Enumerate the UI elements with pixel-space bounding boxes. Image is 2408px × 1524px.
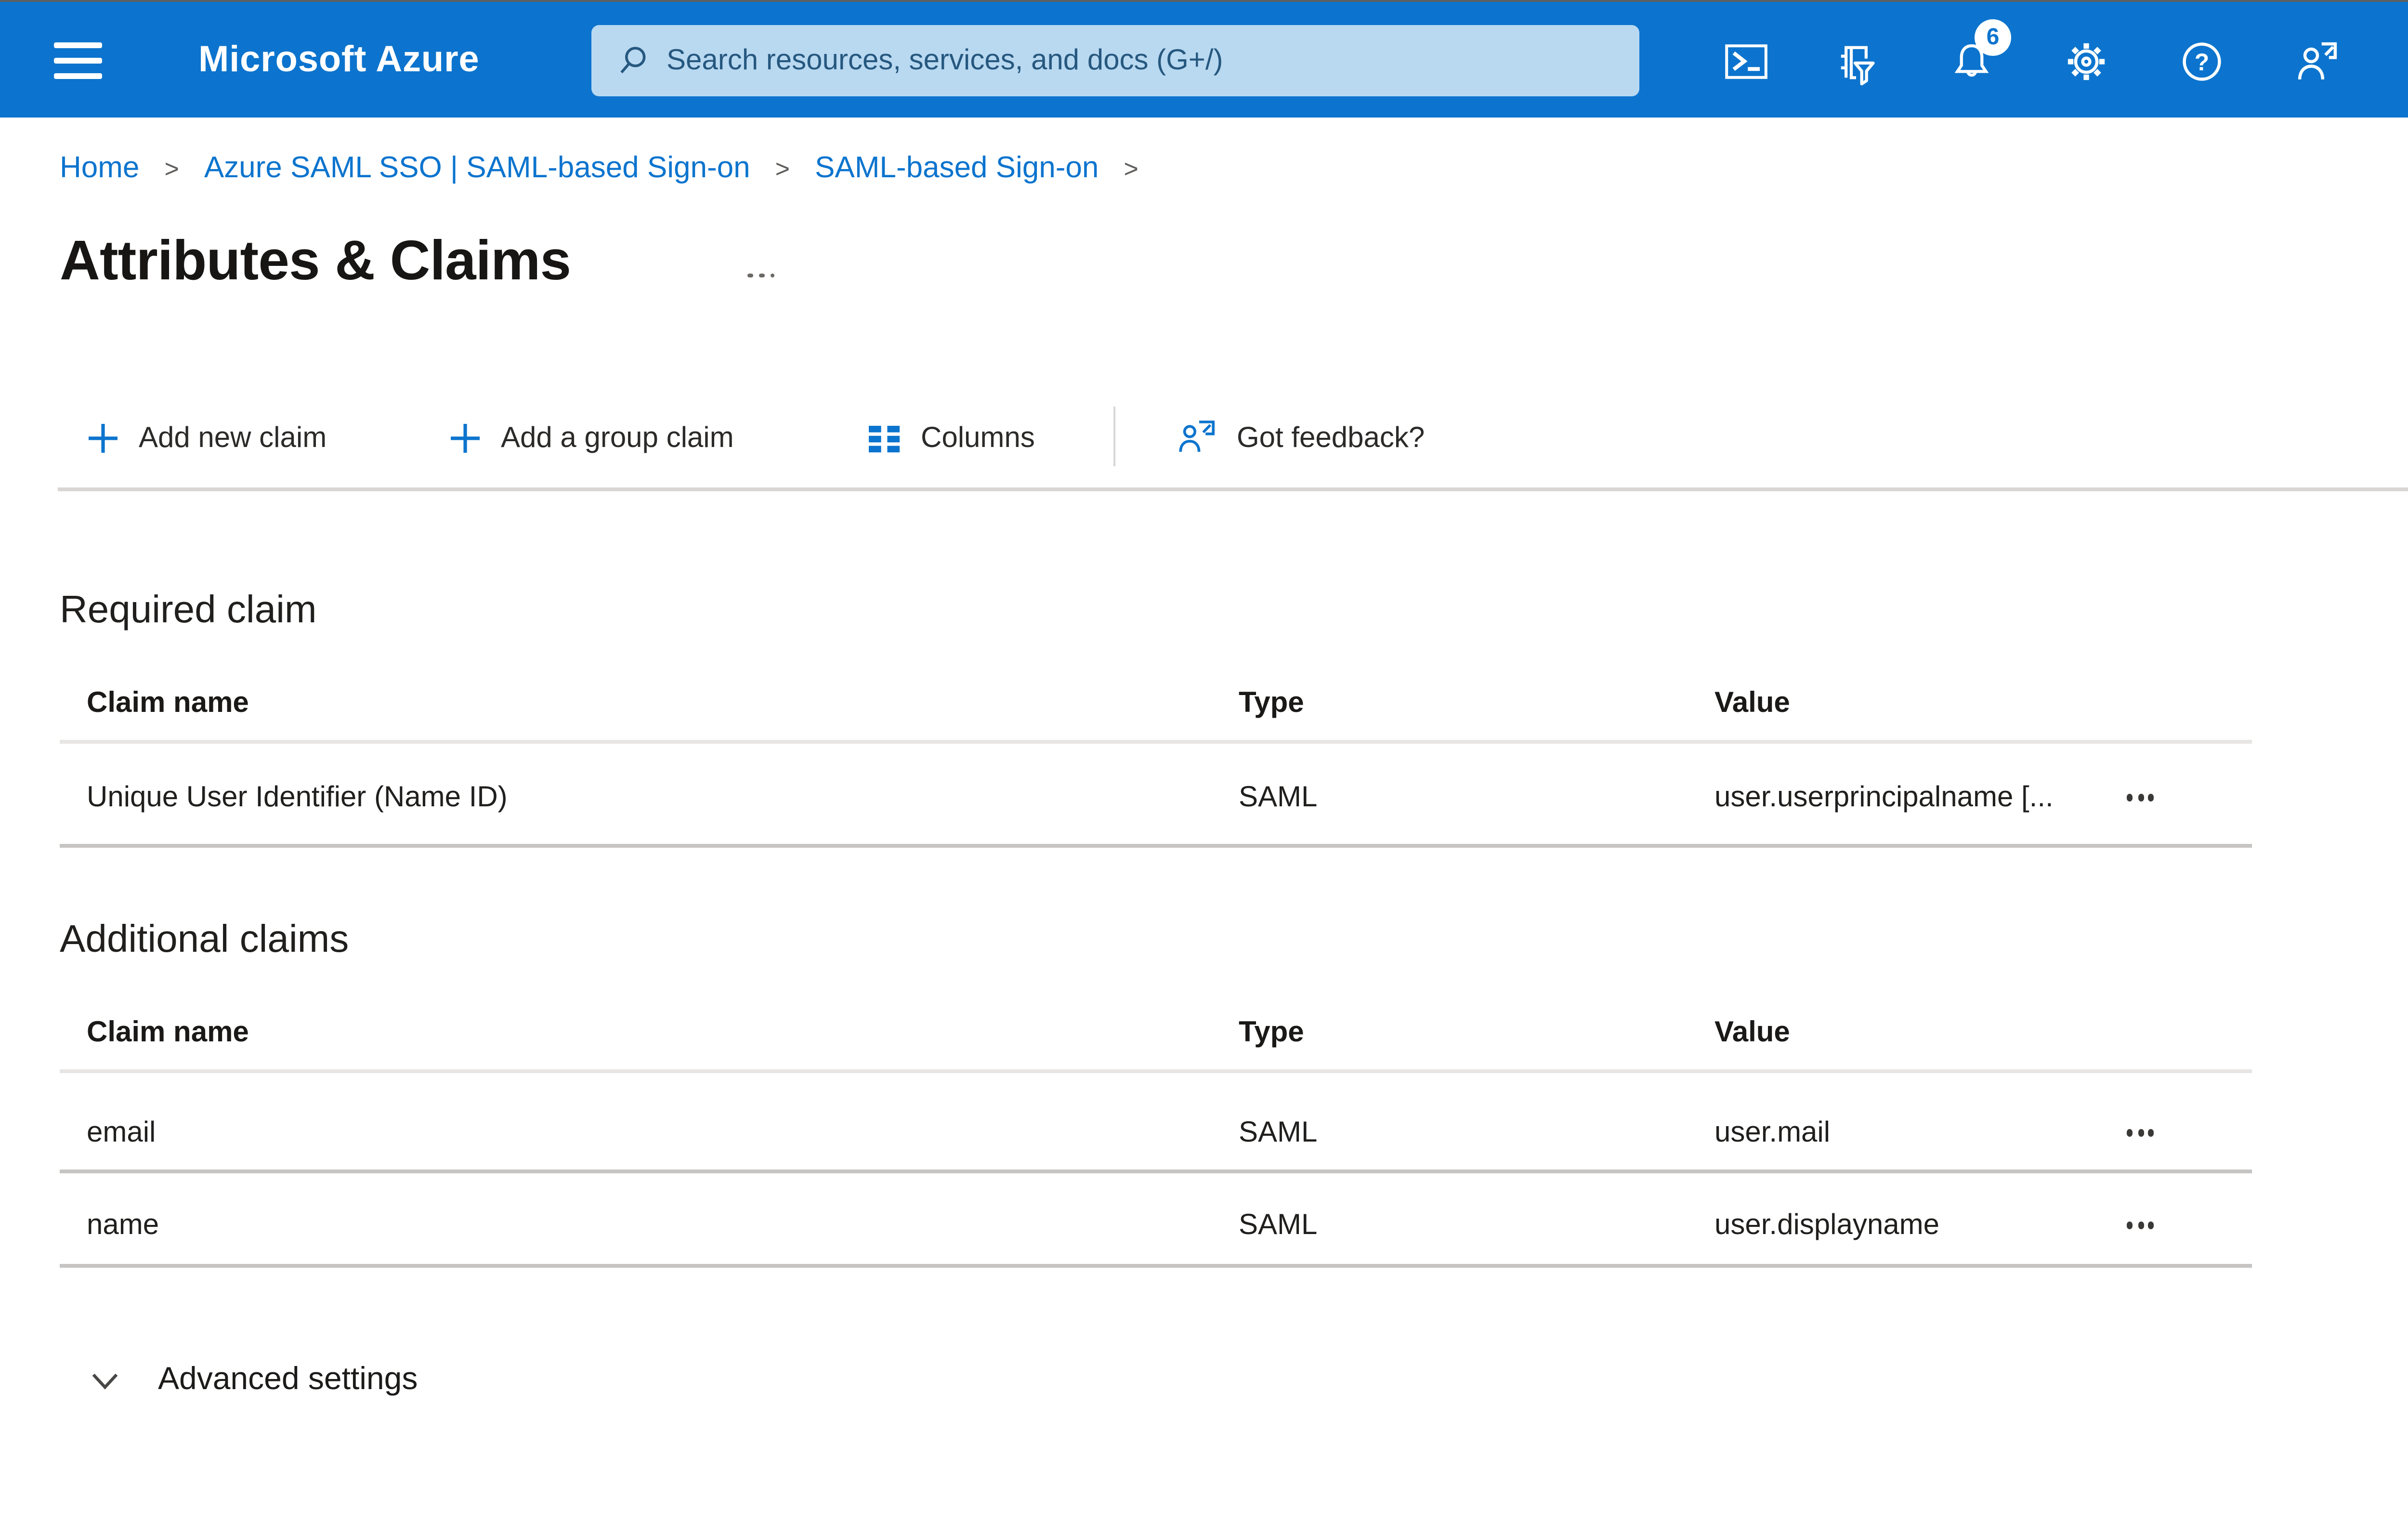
breadcrumb-link-app-sso[interactable]: Azure SAML SSO | SAML-based Sign-on [204, 152, 750, 187]
breadcrumb-link-home[interactable]: Home [60, 152, 139, 187]
column-header-claim-name: Claim name [87, 1016, 249, 1049]
azure-portal: Microsoft Azure Search resources, servic… [0, 0, 2408, 1524]
claim-name-cell: name [87, 1209, 159, 1242]
more-options-button[interactable] [747, 262, 794, 289]
got-feedback-button[interactable]: Got feedback? [1177, 410, 1425, 464]
table-header-line [60, 1069, 2252, 1072]
help-icon: ? [2183, 42, 2221, 81]
row-menu-button[interactable] [2107, 1114, 2173, 1152]
add-icon [451, 423, 480, 452]
add-new-claim-button[interactable]: Add new claim [87, 410, 327, 464]
topbar: Microsoft Azure Search resources, servic… [0, 2, 2408, 118]
table-row[interactable]: Unique User Identifier (Name ID) SAML us… [60, 751, 2252, 844]
notifications-button[interactable]: 6 [1944, 19, 2011, 89]
feedback-icon [1179, 420, 1215, 452]
row-menu-button[interactable] [2107, 1206, 2173, 1245]
column-header-type: Type [1239, 687, 1304, 720]
breadcrumb-link-saml-signon[interactable]: SAML-based Sign-on [815, 152, 1099, 187]
table-header-line [60, 740, 2252, 743]
columns-icon [869, 425, 900, 452]
type-cell: SAML [1239, 1117, 1318, 1149]
row-menu-button[interactable] [2107, 778, 2173, 817]
type-cell: SAML [1239, 781, 1318, 814]
breadcrumb-separator: > [1124, 153, 1139, 182]
toolbar-label: Add new claim [139, 421, 327, 454]
table-bottom-line [60, 844, 2252, 848]
directory-filter-button[interactable] [1828, 35, 1882, 89]
feedback-button[interactable] [2290, 35, 2344, 89]
cloud-shell-icon [1724, 44, 1767, 79]
type-cell: SAML [1239, 1209, 1318, 1242]
help-button[interactable]: ? [2175, 35, 2229, 89]
columns-button[interactable]: Columns [867, 410, 1035, 464]
global-search[interactable] [591, 25, 1639, 96]
brand-title: Microsoft Azure [198, 40, 480, 81]
search-icon [620, 47, 646, 74]
column-header-type: Type [1239, 1016, 1304, 1049]
add-group-claim-button[interactable]: Add a group claim [449, 410, 734, 464]
column-header-claim-name: Claim name [87, 687, 249, 720]
advanced-settings-toggle[interactable]: Advanced settings [89, 1349, 418, 1410]
value-cell: user.displayname [1714, 1209, 1939, 1242]
breadcrumb-separator: > [775, 153, 790, 182]
gear-icon [2068, 43, 2105, 80]
additional-claims-heading: Additional claims [60, 919, 349, 961]
toolbar-label: Got feedback? [1237, 421, 1425, 454]
column-header-value: Value [1714, 1016, 1790, 1049]
required-claim-table-header: Claim name Type Value [60, 667, 2252, 740]
toolbar-label: Columns [921, 421, 1035, 454]
directory-filter-icon [1840, 45, 1874, 85]
claim-name-cell: email [87, 1117, 156, 1149]
breadcrumb-separator: > [164, 153, 179, 182]
column-header-value: Value [1714, 687, 1790, 720]
value-cell: user.userprincipalname [... [1714, 781, 2054, 814]
claim-name-cell: Unique User Identifier (Name ID) [87, 781, 508, 814]
hamburger-menu-button[interactable] [54, 42, 102, 79]
notification-badge: 6 [1975, 19, 2011, 56]
toolbar-label: Add a group claim [501, 421, 734, 454]
feedback-person-icon [2298, 42, 2337, 80]
settings-button[interactable] [2059, 35, 2113, 89]
breadcrumb: Home > Azure SAML SSO | SAML-based Sign-… [60, 152, 1139, 187]
advanced-settings-label: Advanced settings [158, 1361, 418, 1396]
add-icon [89, 423, 118, 452]
chevron-down-icon [92, 1372, 118, 1389]
toolbar-divider [1113, 407, 1115, 466]
svg-text:?: ? [2195, 49, 2209, 76]
table-row[interactable]: name SAML user.displayname [60, 1181, 2252, 1270]
value-cell: user.mail [1714, 1117, 1831, 1149]
search-input[interactable] [649, 44, 1639, 77]
additional-claims-table-header: Claim name Type Value [60, 996, 2252, 1069]
required-claim-heading: Required claim [60, 590, 317, 632]
page-title: Attributes & Claims [60, 231, 571, 293]
toolbar-separator-line [58, 487, 2408, 491]
table-row[interactable]: email SAML user.mail [60, 1089, 2252, 1177]
table-bottom-line [60, 1264, 2252, 1268]
table-row-line [60, 1169, 2252, 1173]
cloud-shell-button[interactable] [1718, 35, 1772, 89]
